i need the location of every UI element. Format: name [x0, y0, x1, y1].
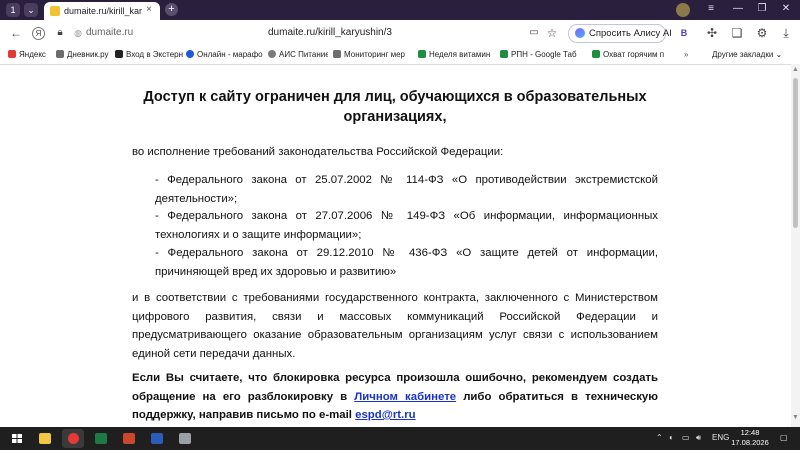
kontur-icon [115, 50, 123, 58]
minimize-button[interactable]: — [730, 2, 746, 16]
yandex-id-icon[interactable]: B [676, 25, 692, 41]
windows-icon [12, 434, 22, 443]
yandex-icon [8, 50, 16, 58]
scroll-up-icon[interactable]: ▲ [792, 66, 799, 73]
sheets-icon [418, 50, 426, 58]
start-button[interactable] [6, 429, 28, 448]
ask-alice-button[interactable]: Спросить Алису AI [568, 24, 672, 43]
taskbar-app[interactable] [174, 429, 196, 448]
taskbar-powerpoint[interactable] [118, 429, 140, 448]
bookmark-icon[interactable]: ☆ [544, 25, 560, 41]
page-scrollbar[interactable]: ▲ ▼ [791, 64, 800, 427]
flag-icon [186, 50, 194, 58]
bookmark-item[interactable]: Онлайн - марафо [186, 48, 264, 62]
bookmark-item[interactable]: Вход в Экстерн [115, 48, 183, 62]
bookmark-item[interactable]: АИС Питание [268, 48, 328, 62]
taskbar-word[interactable] [146, 429, 168, 448]
back-icon[interactable]: ← [8, 25, 24, 41]
avatar[interactable] [676, 3, 690, 17]
law-item-1: - Федерального закона от 25.07.2002 № 11… [155, 174, 658, 205]
tab-counter-button[interactable]: 1 [6, 3, 20, 17]
taskbar-explorer[interactable] [34, 429, 56, 448]
excel-icon [95, 433, 107, 444]
bookmark-item[interactable]: РПН - Google Таб [500, 48, 586, 62]
address-bar: ← Я 🔒︎ ◍ dumaite.ru dumaite.ru/kirill_ka… [0, 20, 800, 46]
powerpoint-icon [123, 433, 135, 444]
taskbar: ⌃ ◐ ▭ 🔊︎ ENG 12:48 17.08.2026 ▢ [0, 427, 800, 450]
downloads-icon[interactable]: ⤓ [778, 25, 794, 41]
ais-icon [268, 50, 276, 58]
support-email-link[interactable]: espd@rt.ru [355, 409, 415, 421]
tab-title: dumaite.ru/kirill_karyus [64, 6, 142, 16]
tab-active[interactable]: dumaite.ru/kirill_karyus × [44, 2, 160, 20]
contract-paragraph: и в соответствии с требованиями государс… [132, 292, 658, 360]
chevron-down-icon: ⌄ [775, 50, 783, 59]
notifications-icon[interactable]: ▢ [780, 431, 788, 445]
url-domain[interactable]: dumaite.ru [86, 26, 133, 40]
title-bar: 1 ⌄ dumaite.ru/kirill_karyus × + ≡ — ❐ ✕ [0, 0, 800, 20]
sheets-icon [500, 50, 508, 58]
bookmark-item[interactable]: Яндекс [8, 48, 52, 62]
scrollbar-thumb[interactable] [793, 78, 798, 228]
diary-icon [56, 50, 64, 58]
antivirus-icon[interactable]: ◐ [669, 431, 674, 445]
sheets-icon [592, 50, 600, 58]
menu-icon[interactable]: ≡ [703, 2, 719, 16]
restore-button[interactable]: ❐ [754, 2, 770, 16]
clock-date: 17.08.2026 [731, 438, 769, 447]
scroll-down-icon[interactable]: ▼ [792, 414, 799, 421]
bookmark-item[interactable]: Мониторинг мер [333, 48, 411, 62]
yandex-icon[interactable]: Я [32, 27, 45, 40]
personal-cabinet-link[interactable]: Личном кабинете [354, 391, 456, 403]
tabs-menu-button[interactable]: ⌄ [24, 3, 38, 17]
notice-paragraph: Если Вы считаете, что блокировка ресурса… [132, 372, 658, 421]
page-title: Доступ к сайту ограничен для лиц, обучаю… [143, 89, 647, 125]
display-icon[interactable]: ▭ [682, 431, 690, 445]
page-content: Доступ к сайту ограничен для лиц, обучаю… [0, 65, 791, 427]
clock-time: 12:48 [740, 428, 760, 437]
bookmarks-overflow-icon[interactable]: » [684, 48, 698, 62]
law-item-3: - Федерального закона от 29.12.2010 № 43… [155, 247, 658, 278]
taskbar-yandex-browser[interactable] [62, 429, 84, 448]
word-icon [151, 433, 163, 444]
bookmark-item[interactable]: Неделя витамин [418, 48, 494, 62]
new-tab-button[interactable]: + [165, 3, 178, 16]
site-favicon-icon [50, 6, 60, 16]
taskbar-excel[interactable] [90, 429, 112, 448]
chevron-up-icon[interactable]: ⌃ [656, 431, 663, 445]
bookmarks-bar: Яндекс Дневник.ру Вход в Экстерн Онлайн … [0, 46, 800, 65]
intro-paragraph: во исполнение требований законодательств… [132, 146, 504, 158]
law-item-2: - Федерального закона от 27.07.2006 № 14… [155, 210, 658, 241]
url-input[interactable]: dumaite.ru/kirill_karyushin/3 [268, 26, 392, 40]
alice-icon [575, 28, 585, 38]
reader-mode-icon[interactable]: ▭ [526, 25, 542, 41]
extensions-icon[interactable]: ✣ [704, 25, 720, 41]
volume-icon[interactable]: 🔊︎ [696, 431, 701, 445]
collections-icon[interactable]: ❏ [729, 25, 745, 41]
app-icon [179, 433, 191, 444]
bookmark-item[interactable]: Охват горячим п [592, 48, 678, 62]
lock-icon[interactable]: 🔒︎ [52, 25, 68, 41]
clock[interactable]: 12:48 17.08.2026 [726, 428, 774, 448]
monitoring-icon [333, 50, 341, 58]
chevron-down-icon: ⌄ [27, 5, 35, 15]
bookmark-item[interactable]: Дневник.ру [56, 48, 112, 62]
other-bookmarks-folder[interactable]: Другие закладки ⌄ [712, 48, 792, 62]
tab-close-icon[interactable]: × [146, 4, 152, 16]
yandex-browser-icon [68, 433, 79, 444]
settings-icon[interactable]: ⚙ [754, 25, 770, 41]
browser-chrome: 1 ⌄ dumaite.ru/kirill_karyus × + ≡ — ❐ ✕… [0, 0, 800, 65]
close-window-button[interactable]: ✕ [778, 2, 794, 16]
folder-icon [39, 433, 51, 444]
globe-icon: ◍ [74, 28, 82, 38]
